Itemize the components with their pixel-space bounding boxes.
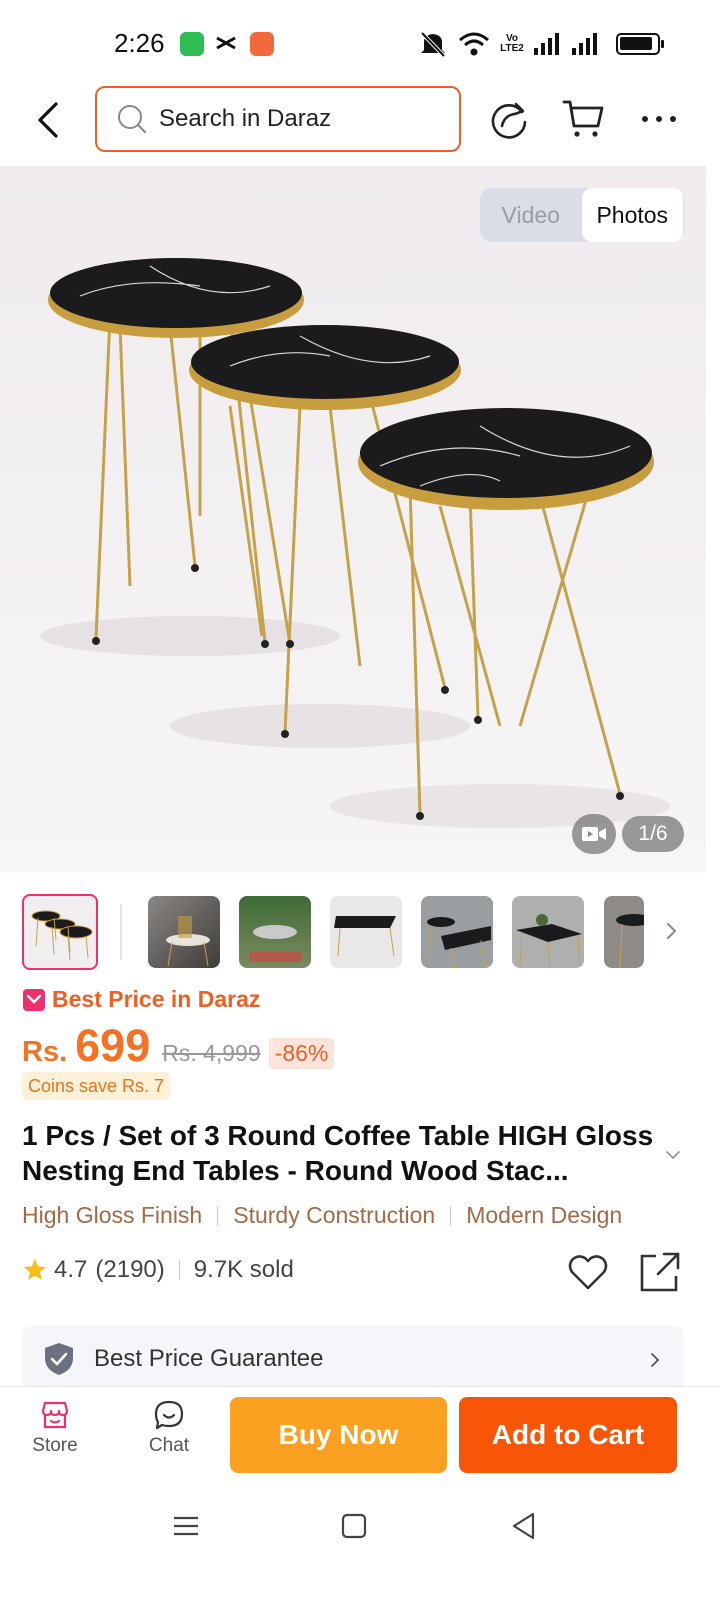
best-price-guarantee[interactable]: Best Price Guarantee <box>22 1326 684 1392</box>
cart-icon[interactable] <box>560 96 606 142</box>
app-notification-icon <box>180 32 204 56</box>
signal-1-icon <box>534 33 559 55</box>
wifi-icon <box>459 32 489 56</box>
status-time: 2:26 <box>114 28 165 58</box>
thumbnail-divider <box>120 904 122 960</box>
image-counter: 1/6 <box>622 816 684 852</box>
price-row: Rs. 699 Rs. 4,999 -86% <box>22 1020 335 1072</box>
shield-check-icon <box>45 1343 73 1375</box>
star-icon <box>24 1259 46 1280</box>
sold-count: 9.7K sold <box>193 1256 294 1283</box>
thumbnail-4[interactable] <box>330 896 402 968</box>
guarantee-label: Best Price Guarantee <box>94 1345 324 1372</box>
signal-2-icon <box>572 33 597 55</box>
store-button[interactable]: Store <box>20 1399 90 1457</box>
chevron-down-icon[interactable] <box>662 1144 684 1166</box>
media-toggle: Video Photos <box>480 188 684 242</box>
chat-label: Chat <box>148 1435 190 1456</box>
price-tag-icon <box>23 988 45 1011</box>
sim-app-icon <box>250 32 274 56</box>
system-nav-bar <box>0 1486 720 1600</box>
price-currency: Rs. <box>22 1036 68 1068</box>
thumbnail-strip <box>22 894 702 970</box>
discount-badge: -86% <box>268 1038 335 1069</box>
status-bar: 2:26 Vo LTE2 <box>0 0 720 88</box>
share-refresh-icon[interactable] <box>486 96 532 142</box>
rating-value: 4.7 <box>54 1256 88 1283</box>
top-header <box>0 84 720 164</box>
feature-tag: High Gloss Finish <box>22 1202 203 1228</box>
coins-badge[interactable]: Coins save Rs. 7 <box>22 1072 171 1100</box>
tag-divider <box>217 1205 219 1226</box>
home-icon[interactable] <box>336 1508 372 1544</box>
chat-button[interactable]: Chat <box>134 1399 204 1457</box>
product-main-image <box>40 258 670 828</box>
mute-icon <box>420 31 446 58</box>
recent-apps-icon[interactable] <box>168 1508 204 1544</box>
photos-tab[interactable]: Photos <box>581 188 683 242</box>
thumbnail-7[interactable] <box>604 896 644 968</box>
share-icon[interactable] <box>638 1250 682 1294</box>
back-nav-icon[interactable] <box>506 1508 542 1544</box>
thumbnail-1[interactable] <box>22 894 98 970</box>
search-input[interactable] <box>159 105 439 133</box>
video-camera-icon <box>582 827 606 841</box>
add-to-cart-button[interactable]: Add to Cart <box>459 1397 677 1473</box>
store-icon <box>41 1401 69 1429</box>
search-bar[interactable] <box>95 86 461 152</box>
feature-tags: High Gloss Finish Sturdy Construction Mo… <box>22 1202 622 1229</box>
back-arrow-icon[interactable] <box>28 98 72 142</box>
tag-divider <box>450 1205 452 1226</box>
thumbnail-6[interactable] <box>512 896 584 968</box>
best-price-label: Best Price in Daraz <box>52 986 261 1012</box>
video-tab[interactable]: Video <box>480 188 582 242</box>
thumbnails-next-icon[interactable] <box>660 916 684 946</box>
rating-divider <box>178 1260 180 1280</box>
buy-now-button[interactable]: Buy Now <box>230 1397 447 1473</box>
chevron-right-icon <box>651 1353 660 1367</box>
battery-icon <box>616 33 664 55</box>
search-icon <box>118 105 146 133</box>
feature-tag: Sturdy Construction <box>233 1202 436 1228</box>
volte-label: Vo LTE2 <box>500 33 524 54</box>
thumbnail-3[interactable] <box>239 896 311 968</box>
chat-icon <box>154 1400 184 1430</box>
thumbnail-5[interactable] <box>421 896 493 968</box>
current-price: 699 <box>75 1020 151 1071</box>
review-count: (2190) <box>95 1256 165 1283</box>
thumbnail-2[interactable] <box>148 896 220 968</box>
best-price-badge: Best Price in Daraz <box>22 986 260 1013</box>
store-label: Store <box>32 1435 78 1456</box>
product-title: 1 Pcs / Set of 3 Round Coffee Table HIGH… <box>22 1120 654 1186</box>
bottom-action-bar: Store Chat Buy Now Add to Cart <box>0 1386 720 1486</box>
capcut-icon <box>216 36 236 50</box>
product-image-gallery[interactable]: Video Photos 1/6 <box>0 166 706 872</box>
feature-tag: Modern Design <box>466 1202 623 1228</box>
heart-icon[interactable] <box>566 1250 610 1294</box>
status-icons: Vo LTE2 <box>418 30 664 58</box>
rating-row[interactable]: 4.7 (2190) 9.7K sold <box>22 1256 294 1284</box>
original-price: Rs. 4,999 <box>162 1040 261 1066</box>
video-play-chip[interactable] <box>572 814 616 854</box>
more-options-icon[interactable] <box>636 96 682 142</box>
